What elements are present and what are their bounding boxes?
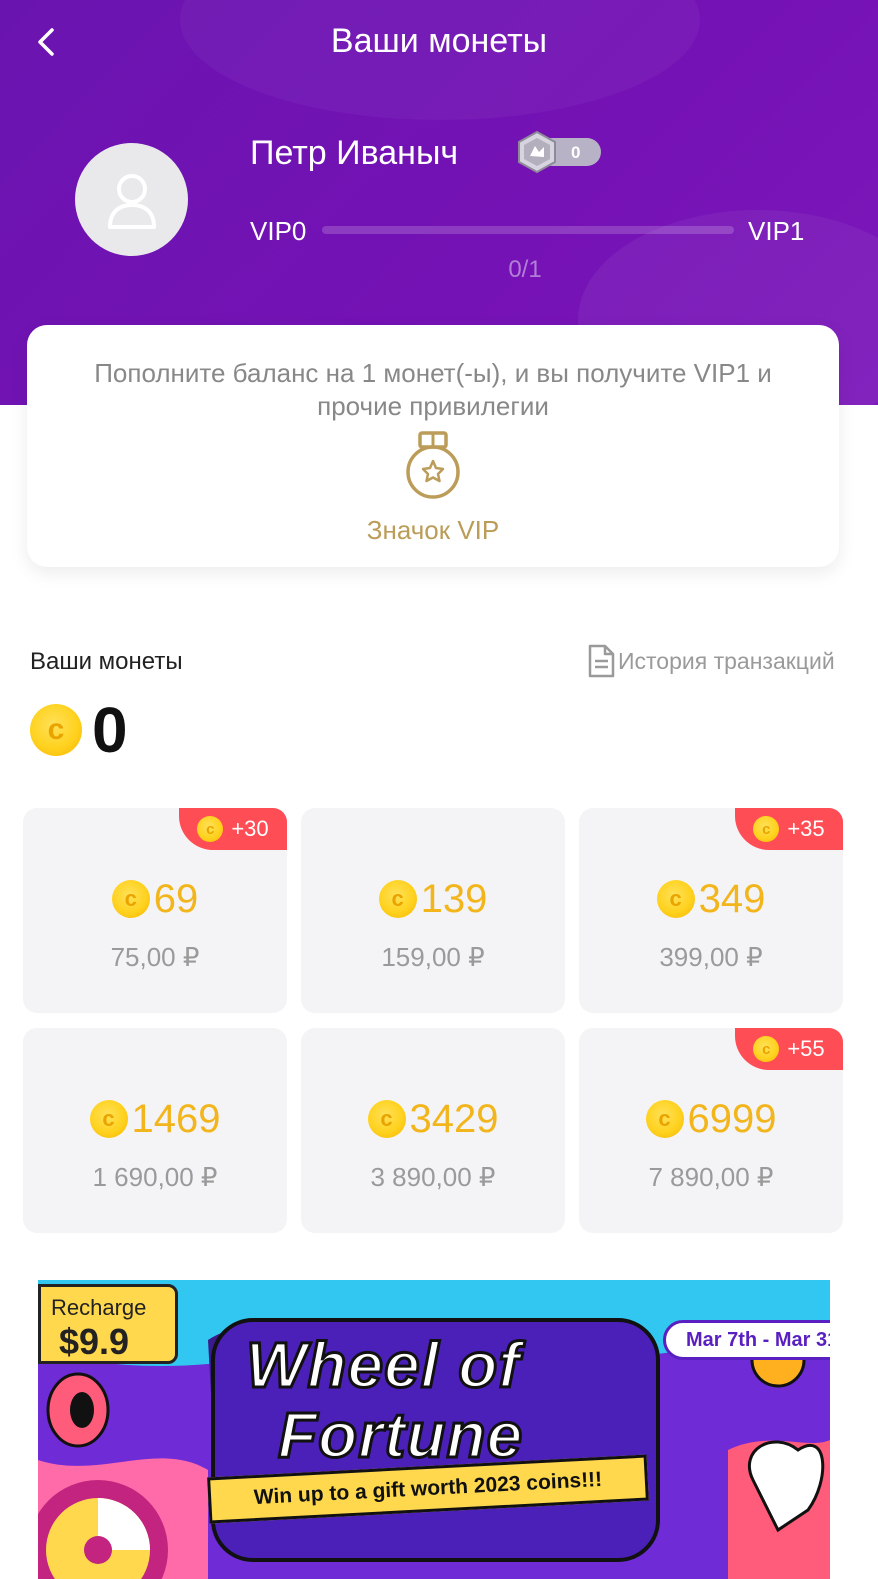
bonus-value: +55	[787, 1036, 825, 1061]
vip-next-label: VIP1	[748, 216, 805, 246]
vip-progress-bar	[322, 226, 734, 234]
balance-value: 0	[92, 694, 128, 766]
pack-price: 7 890,00 ₽	[648, 1162, 774, 1192]
bonus-badge: +30	[179, 808, 287, 850]
level-badge[interactable]: 0	[515, 130, 601, 174]
coin-icon	[30, 704, 82, 756]
recharge-line2: $9.9	[59, 1321, 130, 1362]
coin-icon	[645, 1100, 684, 1138]
coin-pack[interactable]: +30 69 75,00 ₽	[23, 808, 287, 1013]
user-name: Петр Иваныч	[250, 134, 459, 172]
bonus-value: +35	[787, 816, 825, 841]
pack-price: 75,00 ₽	[110, 942, 200, 972]
coin-icon	[111, 880, 150, 918]
coin-pack[interactable]: 3429 3 890,00 ₽	[301, 1028, 565, 1233]
transaction-history-link[interactable]: История транзакций	[586, 643, 835, 679]
level-value: 0	[571, 143, 581, 162]
coin-icon	[753, 816, 780, 842]
coin-pack[interactable]: 1469 1 690,00 ₽	[23, 1028, 287, 1233]
vip-progress-text: 0/1	[508, 256, 542, 283]
pack-amount: 349	[698, 877, 766, 921]
level-hexagon-icon	[518, 130, 556, 174]
bonus-badge: +35	[735, 808, 843, 850]
coins-section-title: Ваши монеты	[30, 648, 183, 675]
coin-icon	[378, 880, 417, 918]
vip-badge-label: Значок VIP	[366, 515, 500, 545]
user-icon	[107, 173, 156, 229]
vip-info-card: Пополните баланс на 1 монет(-ы), и вы по…	[27, 325, 839, 567]
coin-pack[interactable]: 139 159,00 ₽	[301, 808, 565, 1013]
transaction-history-label: История транзакций	[618, 647, 835, 674]
recharge-badge: Recharge $9.9	[38, 1284, 178, 1364]
promo-dates: Mar 7th - Mar 31	[663, 1320, 830, 1360]
coin-pack[interactable]: +35 349 399,00 ₽	[579, 808, 843, 1013]
pack-amount: 139	[420, 877, 488, 921]
pack-amount: 1469	[131, 1097, 221, 1141]
coin-balance: 0	[30, 694, 128, 766]
coin-icon	[89, 1100, 128, 1138]
pack-price: 159,00 ₽	[381, 942, 485, 972]
bonus-badge: +55	[735, 1028, 843, 1070]
medal-icon[interactable]	[403, 430, 463, 502]
pack-price: 1 690,00 ₽	[92, 1162, 218, 1192]
pack-amount: 69	[153, 877, 199, 921]
pack-price: 399,00 ₽	[659, 942, 763, 972]
pack-price: 3 890,00 ₽	[370, 1162, 496, 1192]
banner-title-line2: Fortune	[276, 1398, 524, 1473]
pack-amount: 3429	[409, 1097, 499, 1141]
coin-pack[interactable]: +55 6999 7 890,00 ₽	[579, 1028, 843, 1233]
vip-current-label: VIP0	[250, 216, 307, 246]
vip-message: Пополните баланс на 1 монет(-ы), и вы по…	[94, 358, 772, 421]
coin-icon	[197, 816, 224, 842]
wheel-of-fortune-banner[interactable]: Recharge $9.9 Mar 7th - Mar 31 Wheel of …	[38, 1280, 830, 1579]
page-title: Ваши монеты	[330, 22, 548, 60]
bonus-value: +30	[231, 816, 269, 841]
recharge-line1: Recharge	[51, 1295, 147, 1320]
coin-icon	[753, 1036, 780, 1062]
coin-icon	[367, 1100, 406, 1138]
document-icon	[588, 644, 615, 678]
avatar[interactable]	[75, 143, 188, 256]
coin-icon	[656, 880, 695, 918]
pack-amount: 6999	[687, 1097, 777, 1141]
banner-title-line1: Wheel of	[245, 1328, 522, 1403]
